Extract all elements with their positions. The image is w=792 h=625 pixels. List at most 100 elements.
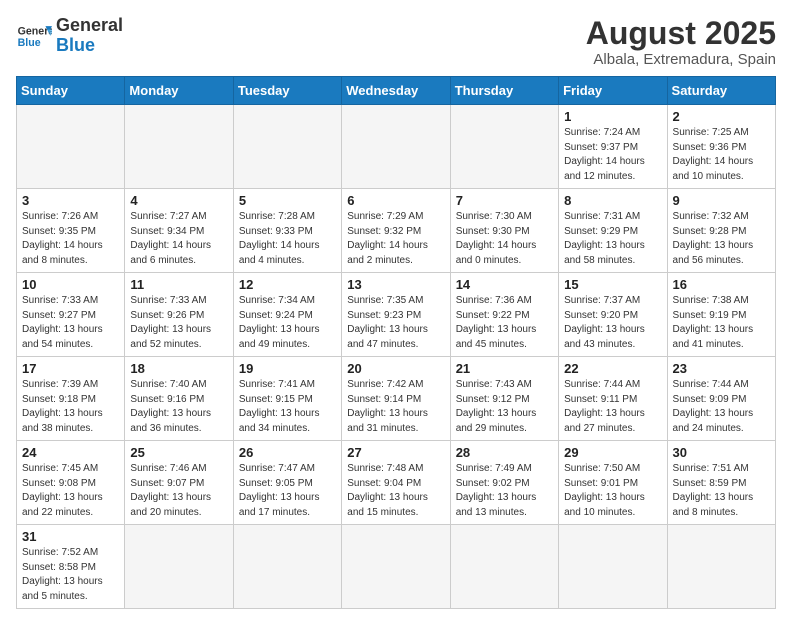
day-info: Sunrise: 7:42 AM Sunset: 9:14 PM Dayligh… xyxy=(347,378,444,436)
weekday-header-row: SundayMondayTuesdayWednesdayThursdayFrid… xyxy=(17,77,776,105)
day-cell xyxy=(450,105,558,189)
day-cell: 7 Sunrise: 7:30 AM Sunset: 9:30 PM Daylig… xyxy=(450,189,558,273)
day-info: Sunrise: 7:30 AM Sunset: 9:30 PM Dayligh… xyxy=(456,210,553,268)
day-cell xyxy=(667,525,775,609)
day-cell: 10 Sunrise: 7:33 AM Sunset: 9:27 PM Dayli… xyxy=(17,273,125,357)
day-cell: 23Sunrise: 7:44 AM Sunset: 9:09 PM Dayli… xyxy=(667,357,775,441)
day-cell xyxy=(233,105,341,189)
day-number: 26 xyxy=(239,445,336,460)
day-info: Sunrise: 7:36 AM Sunset: 9:22 PM Dayligh… xyxy=(456,294,553,352)
day-cell: 25Sunrise: 7:46 AM Sunset: 9:07 PM Dayli… xyxy=(125,441,233,525)
day-cell: 29 Sunrise: 7:50 AM Sunset: 9:01 PM Dayli… xyxy=(559,441,667,525)
day-number: 29 xyxy=(564,445,661,460)
day-info: Sunrise: 7:43 AM Sunset: 9:12 PM Dayligh… xyxy=(456,378,553,436)
day-number: 17 xyxy=(22,361,119,376)
day-cell xyxy=(17,105,125,189)
day-info: Sunrise: 7:49 AM Sunset: 9:02 PM Dayligh… xyxy=(456,462,553,520)
day-number: 31 xyxy=(22,529,119,544)
day-number: 7 xyxy=(456,193,553,208)
day-cell xyxy=(342,105,450,189)
day-info: Sunrise: 7:31 AM Sunset: 9:29 PM Dayligh… xyxy=(564,210,661,268)
day-number: 24 xyxy=(22,445,119,460)
weekday-header-monday: Monday xyxy=(125,77,233,105)
day-number: 20 xyxy=(347,361,444,376)
day-cell xyxy=(342,525,450,609)
day-cell: 5 Sunrise: 7:28 AM Sunset: 9:33 PM Daylig… xyxy=(233,189,341,273)
day-cell: 16 Sunrise: 7:38 AM Sunset: 9:19 PM Dayli… xyxy=(667,273,775,357)
day-cell xyxy=(450,525,558,609)
day-cell: 30 Sunrise: 7:51 AM Sunset: 8:59 PM Dayli… xyxy=(667,441,775,525)
day-info: Sunrise: 7:35 AM Sunset: 9:23 PM Dayligh… xyxy=(347,294,444,352)
day-cell: 8 Sunrise: 7:31 AM Sunset: 9:29 PM Daylig… xyxy=(559,189,667,273)
day-number: 16 xyxy=(673,277,770,292)
title-block: August 2025 Albala, Extremadura, Spain xyxy=(586,16,776,68)
weekday-header-sunday: Sunday xyxy=(17,77,125,105)
day-number: 15 xyxy=(564,277,661,292)
weekday-header-thursday: Thursday xyxy=(450,77,558,105)
day-info: Sunrise: 7:27 AM Sunset: 9:34 PM Dayligh… xyxy=(130,210,227,268)
week-row-2: 10 Sunrise: 7:33 AM Sunset: 9:27 PM Dayli… xyxy=(17,273,776,357)
day-number: 2 xyxy=(673,109,770,124)
day-number: 3 xyxy=(22,193,119,208)
day-info: Sunrise: 7:39 AM Sunset: 9:18 PM Dayligh… xyxy=(22,378,119,436)
calendar: SundayMondayTuesdayWednesdayThursdayFrid… xyxy=(16,76,776,609)
day-info: Sunrise: 7:29 AM Sunset: 9:32 PM Dayligh… xyxy=(347,210,444,268)
day-info: Sunrise: 7:44 AM Sunset: 9:11 PM Dayligh… xyxy=(564,378,661,436)
logo: General Blue General Blue xyxy=(16,16,123,56)
day-info: Sunrise: 7:25 AM Sunset: 9:36 PM Dayligh… xyxy=(673,126,770,184)
day-info: Sunrise: 7:33 AM Sunset: 9:26 PM Dayligh… xyxy=(130,294,227,352)
day-cell: 31Sunrise: 7:52 AM Sunset: 8:58 PM Dayli… xyxy=(17,525,125,609)
day-cell: 9 Sunrise: 7:32 AM Sunset: 9:28 PM Daylig… xyxy=(667,189,775,273)
day-cell: 20 Sunrise: 7:42 AM Sunset: 9:14 PM Dayli… xyxy=(342,357,450,441)
logo-icon: General Blue xyxy=(16,18,52,54)
day-info: Sunrise: 7:44 AM Sunset: 9:09 PM Dayligh… xyxy=(673,378,770,436)
day-number: 27 xyxy=(347,445,444,460)
svg-text:Blue: Blue xyxy=(18,37,41,49)
day-cell: 13Sunrise: 7:35 AM Sunset: 9:23 PM Dayli… xyxy=(342,273,450,357)
day-cell: 2 Sunrise: 7:25 AM Sunset: 9:36 PM Daylig… xyxy=(667,105,775,189)
day-number: 11 xyxy=(130,277,227,292)
day-number: 22 xyxy=(564,361,661,376)
day-number: 25 xyxy=(130,445,227,460)
day-cell: 21 Sunrise: 7:43 AM Sunset: 9:12 PM Dayli… xyxy=(450,357,558,441)
day-cell: 14 Sunrise: 7:36 AM Sunset: 9:22 PM Dayli… xyxy=(450,273,558,357)
day-cell: 27 Sunrise: 7:48 AM Sunset: 9:04 PM Dayli… xyxy=(342,441,450,525)
day-info: Sunrise: 7:48 AM Sunset: 9:04 PM Dayligh… xyxy=(347,462,444,520)
month-year: August 2025 xyxy=(586,16,776,51)
day-cell xyxy=(233,525,341,609)
day-info: Sunrise: 7:40 AM Sunset: 9:16 PM Dayligh… xyxy=(130,378,227,436)
day-number: 28 xyxy=(456,445,553,460)
day-cell xyxy=(125,525,233,609)
day-number: 10 xyxy=(22,277,119,292)
day-number: 9 xyxy=(673,193,770,208)
week-row-4: 24Sunrise: 7:45 AM Sunset: 9:08 PM Dayli… xyxy=(17,441,776,525)
weekday-header-wednesday: Wednesday xyxy=(342,77,450,105)
weekday-header-saturday: Saturday xyxy=(667,77,775,105)
day-cell: 6Sunrise: 7:29 AM Sunset: 9:32 PM Daylig… xyxy=(342,189,450,273)
day-info: Sunrise: 7:47 AM Sunset: 9:05 PM Dayligh… xyxy=(239,462,336,520)
day-info: Sunrise: 7:38 AM Sunset: 9:19 PM Dayligh… xyxy=(673,294,770,352)
logo-general-text: General xyxy=(56,16,123,36)
day-cell: 15Sunrise: 7:37 AM Sunset: 9:20 PM Dayli… xyxy=(559,273,667,357)
day-info: Sunrise: 7:26 AM Sunset: 9:35 PM Dayligh… xyxy=(22,210,119,268)
day-number: 21 xyxy=(456,361,553,376)
day-info: Sunrise: 7:51 AM Sunset: 8:59 PM Dayligh… xyxy=(673,462,770,520)
day-number: 8 xyxy=(564,193,661,208)
day-number: 1 xyxy=(564,109,661,124)
week-row-1: 3 Sunrise: 7:26 AM Sunset: 9:35 PM Daylig… xyxy=(17,189,776,273)
day-cell: 22 Sunrise: 7:44 AM Sunset: 9:11 PM Dayli… xyxy=(559,357,667,441)
weekday-header-friday: Friday xyxy=(559,77,667,105)
day-info: Sunrise: 7:33 AM Sunset: 9:27 PM Dayligh… xyxy=(22,294,119,352)
day-number: 30 xyxy=(673,445,770,460)
day-info: Sunrise: 7:50 AM Sunset: 9:01 PM Dayligh… xyxy=(564,462,661,520)
day-cell: 18Sunrise: 7:40 AM Sunset: 9:16 PM Dayli… xyxy=(125,357,233,441)
day-info: Sunrise: 7:32 AM Sunset: 9:28 PM Dayligh… xyxy=(673,210,770,268)
day-cell: 28 Sunrise: 7:49 AM Sunset: 9:02 PM Dayli… xyxy=(450,441,558,525)
day-number: 14 xyxy=(456,277,553,292)
day-info: Sunrise: 7:34 AM Sunset: 9:24 PM Dayligh… xyxy=(239,294,336,352)
weekday-header-tuesday: Tuesday xyxy=(233,77,341,105)
day-number: 5 xyxy=(239,193,336,208)
week-row-3: 17 Sunrise: 7:39 AM Sunset: 9:18 PM Dayli… xyxy=(17,357,776,441)
header: General Blue General Blue August 2025 Al… xyxy=(16,16,776,68)
day-info: Sunrise: 7:28 AM Sunset: 9:33 PM Dayligh… xyxy=(239,210,336,268)
